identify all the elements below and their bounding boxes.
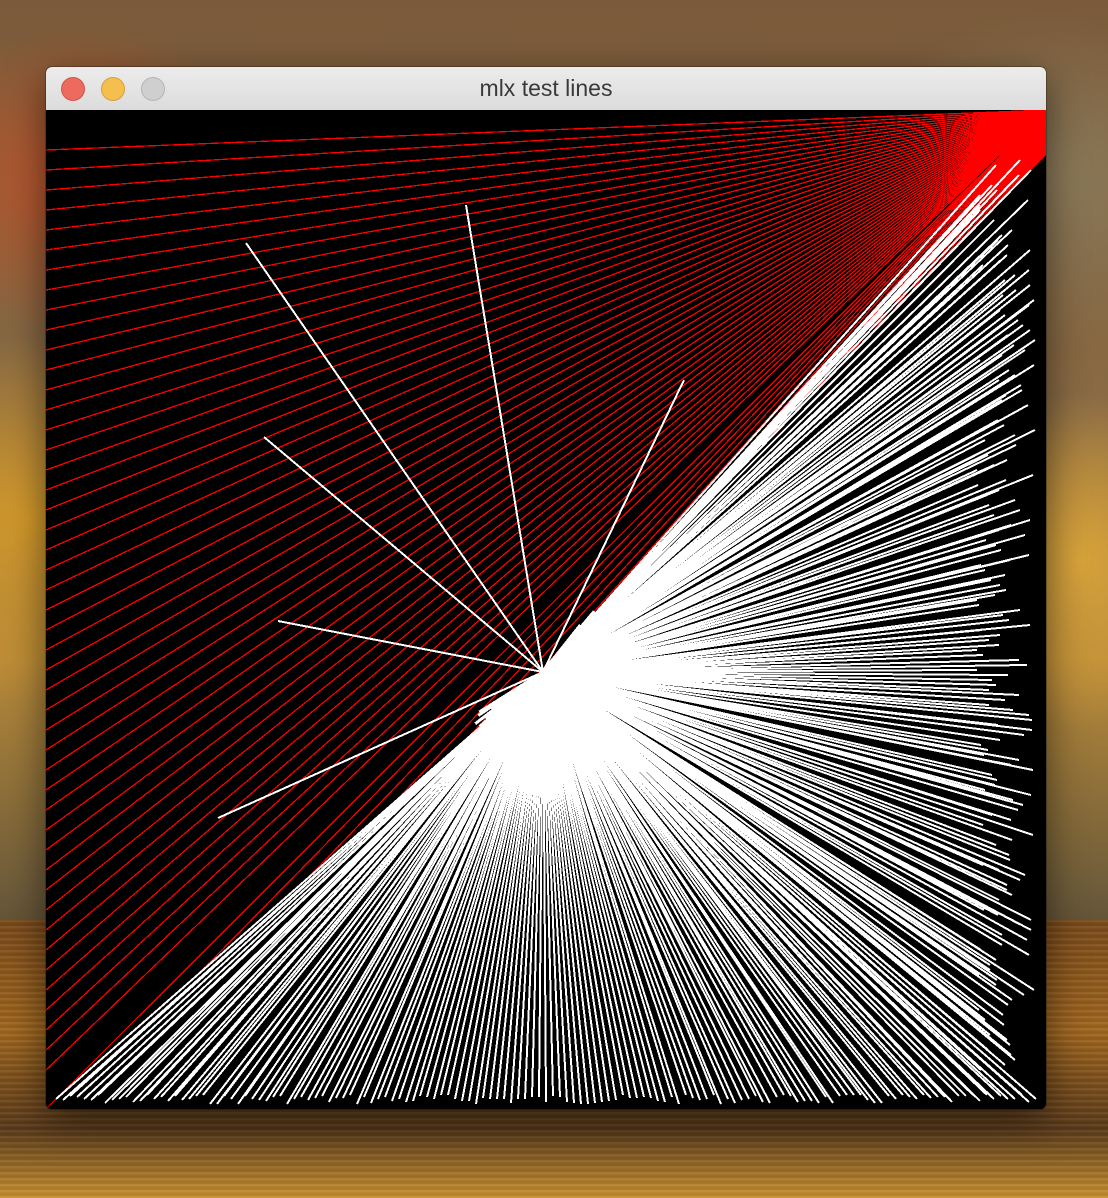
app-window: mlx test lines <box>46 67 1046 1109</box>
title-bar[interactable]: mlx test lines <box>46 67 1046 111</box>
red-line <box>46 110 1046 251</box>
drawing-canvas <box>46 110 1046 1109</box>
red-line <box>46 110 1046 151</box>
white-line <box>277 620 544 673</box>
red-line <box>46 110 1046 191</box>
window-title: mlx test lines <box>479 75 613 101</box>
red-line <box>46 110 1046 271</box>
red-line <box>46 110 1046 211</box>
white-line-burst <box>46 155 1046 1109</box>
